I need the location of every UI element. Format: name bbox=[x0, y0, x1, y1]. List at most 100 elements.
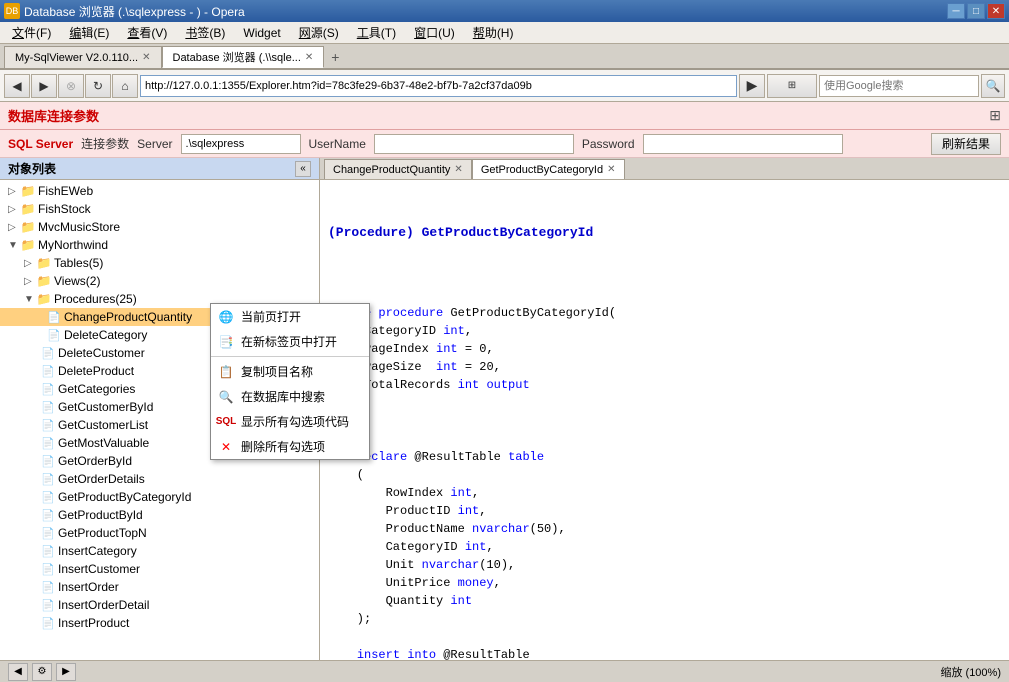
tree-item-insertcategory[interactable]: 📄 InsertCategory bbox=[0, 542, 319, 560]
browser-tab-dbexplorer-close[interactable]: ✕ bbox=[305, 52, 313, 63]
tree-item-views[interactable]: ▷ 📁 Views(2) bbox=[0, 272, 319, 290]
tree-item-mynorthwind[interactable]: ▼ 📁 MyNorthwind bbox=[0, 236, 319, 254]
folder-icon-mynorthwind: 📁 bbox=[20, 238, 36, 252]
context-menu-search-db-label: 在数据库中搜索 bbox=[241, 388, 325, 405]
search-input[interactable] bbox=[819, 75, 979, 97]
menu-edit[interactable]: 编辑(E) bbox=[61, 22, 117, 43]
menu-bar: 文件(F) 编辑(E) 查看(V) 书签(B) Widget 网源(S) 工具(… bbox=[0, 22, 1009, 44]
copy-icon: 📋 bbox=[217, 364, 235, 380]
zoom-button[interactable]: ⊞ bbox=[767, 74, 817, 98]
folder-icon-views: 📁 bbox=[36, 274, 52, 288]
maximize-button[interactable]: □ bbox=[967, 3, 985, 19]
tree-toggle-fisheweb[interactable]: ▷ bbox=[8, 186, 20, 197]
tree-toggle-views[interactable]: ▷ bbox=[24, 276, 36, 287]
tree-label-mvcmusicstore: MvcMusicStore bbox=[38, 220, 120, 234]
editor-tab-changeproductquantity[interactable]: ChangeProductQuantity ✕ bbox=[324, 159, 472, 179]
go-button[interactable]: ▶ bbox=[739, 74, 765, 98]
title-bar: DB Database 浏览器 (.\sqlexpress - ) - Oper… bbox=[0, 0, 1009, 22]
tree-item-insertcustomer[interactable]: 📄 InsertCustomer bbox=[0, 560, 319, 578]
menu-bookmarks[interactable]: 书签(B) bbox=[177, 22, 233, 43]
code-title: (Procedure) GetProductByCategoryId bbox=[328, 224, 1001, 242]
server-input[interactable] bbox=[181, 134, 301, 154]
right-panel: ChangeProductQuantity ✕ GetProductByCate… bbox=[320, 158, 1009, 660]
password-label: Password bbox=[582, 137, 635, 151]
editor-tab-getproductbycategoryid[interactable]: GetProductByCategoryId ✕ bbox=[472, 159, 625, 179]
tree-toggle-tables[interactable]: ▷ bbox=[24, 258, 36, 269]
tree-item-getorderdetails[interactable]: 📄 GetOrderDetails bbox=[0, 470, 319, 488]
address-input[interactable] bbox=[140, 75, 737, 97]
tree-label-getcategories: GetCategories bbox=[58, 382, 135, 396]
menu-widget[interactable]: Widget bbox=[235, 24, 288, 42]
tree-item-getproductbyid[interactable]: 📄 GetProductById bbox=[0, 506, 319, 524]
code-area[interactable]: (Procedure) GetProductByCategoryId creat… bbox=[320, 180, 1009, 660]
browser-tab-mysqlviewer[interactable]: My-SqlViewer V2.0.110... ✕ bbox=[4, 46, 162, 68]
forward-button[interactable]: ▶ bbox=[31, 74, 57, 98]
tree-item-tables[interactable]: ▷ 📁 Tables(5) bbox=[0, 254, 319, 272]
refresh-button[interactable]: 刷新结果 bbox=[931, 133, 1001, 155]
context-menu-delete-checked[interactable]: ✕ 删除所有勾选项 bbox=[211, 434, 369, 459]
browser-tab-dbexplorer-label: Database 浏览器 (.\\sqle... bbox=[173, 49, 301, 65]
tree-item-mvcmusicstore[interactable]: ▷ 📁 MvcMusicStore bbox=[0, 218, 319, 236]
home-button[interactable]: ⌂ bbox=[112, 74, 138, 98]
tree-item-getproductbycategoryid[interactable]: 📄 GetProductByCategoryId bbox=[0, 488, 319, 506]
stop-button[interactable]: ⊗ bbox=[58, 74, 84, 98]
context-menu-divider-1 bbox=[211, 356, 369, 357]
status-settings[interactable]: ⚙ bbox=[32, 663, 52, 681]
tree-label-mynorthwind: MyNorthwind bbox=[38, 238, 108, 252]
context-menu-open-current[interactable]: 🌐 当前页打开 bbox=[211, 304, 369, 329]
tree-item-fisheweb[interactable]: ▷ 📁 FishEWeb bbox=[0, 182, 319, 200]
menu-help[interactable]: 帮助(H) bbox=[465, 22, 522, 43]
menu-tools[interactable]: 工具(T) bbox=[349, 22, 404, 43]
context-menu-show-checked-code[interactable]: SQL 显示所有勾选项代码 bbox=[211, 409, 369, 434]
menu-file[interactable]: 文件(F) bbox=[4, 22, 59, 43]
new-tab-button[interactable]: + bbox=[324, 46, 346, 68]
app-icon: DB bbox=[4, 3, 20, 19]
editor-tab-changeproductquantity-label: ChangeProductQuantity bbox=[333, 164, 450, 176]
tree-label-insertorder: InsertOrder bbox=[58, 580, 119, 594]
tree-item-getproducttopn[interactable]: 📄 GetProductTopN bbox=[0, 524, 319, 542]
close-button[interactable]: ✕ bbox=[987, 3, 1005, 19]
tree-item-fishstock[interactable]: ▷ 📁 FishStock bbox=[0, 200, 319, 218]
browser-tabs: My-SqlViewer V2.0.110... ✕ Database 浏览器 … bbox=[0, 44, 1009, 70]
tree-label-insertcategory: InsertCategory bbox=[58, 544, 137, 558]
tree-item-insertproduct[interactable]: 📄 InsertProduct bbox=[0, 614, 319, 632]
menu-feed[interactable]: 网源(S) bbox=[291, 22, 347, 43]
tree-toggle-procedures[interactable]: ▼ bbox=[24, 294, 36, 305]
tree-toggle-fishstock[interactable]: ▷ bbox=[8, 204, 20, 215]
editor-tab-getproductbycategoryid-label: GetProductByCategoryId bbox=[481, 164, 603, 176]
menu-view[interactable]: 查看(V) bbox=[119, 22, 175, 43]
doc-icon-getcategories: 📄 bbox=[40, 382, 56, 396]
reload-button[interactable]: ↻ bbox=[85, 74, 111, 98]
minimize-button[interactable]: ─ bbox=[947, 3, 965, 19]
panel-collapse-button[interactable]: « bbox=[295, 161, 311, 177]
left-panel-controls: « bbox=[295, 161, 311, 177]
status-nav-right[interactable]: ▶ bbox=[56, 663, 76, 681]
browser-tab-dbexplorer[interactable]: Database 浏览器 (.\\sqle... ✕ bbox=[162, 46, 325, 68]
context-menu-copy-name[interactable]: 📋 复制项目名称 bbox=[211, 359, 369, 384]
context-menu-search-db[interactable]: 🔍 在数据库中搜索 bbox=[211, 384, 369, 409]
doc-icon-getproducttopn: 📄 bbox=[40, 526, 56, 540]
status-left: ◀ ⚙ ▶ bbox=[8, 663, 76, 681]
tree-item-insertorder[interactable]: 📄 InsertOrder bbox=[0, 578, 319, 596]
tree-toggle-mynorthwind[interactable]: ▼ bbox=[8, 240, 20, 251]
tree-label-fishstock: FishStock bbox=[38, 202, 91, 216]
doc-icon-insertcustomer: 📄 bbox=[40, 562, 56, 576]
tree-toggle-mvcmusicstore[interactable]: ▷ bbox=[8, 222, 20, 233]
status-nav-left[interactable]: ◀ bbox=[8, 663, 28, 681]
username-input[interactable] bbox=[374, 134, 574, 154]
context-menu-open-newtab[interactable]: 📑 在新标签页中打开 bbox=[211, 329, 369, 354]
menu-window[interactable]: 窗口(U) bbox=[406, 22, 463, 43]
tree-label-changeproductquantity: ChangeProductQuantity bbox=[64, 310, 192, 324]
editor-tab-changeproductquantity-close[interactable]: ✕ bbox=[454, 164, 462, 175]
back-button[interactable]: ◀ bbox=[4, 74, 30, 98]
tree-label-procedures: Procedures(25) bbox=[54, 292, 137, 306]
doc-icon-changeproductquantity: 📄 bbox=[46, 310, 62, 324]
editor-tab-getproductbycategoryid-close[interactable]: ✕ bbox=[607, 164, 615, 175]
tree-label-fisheweb: FishEWeb bbox=[38, 184, 93, 198]
main-area: 对象列表 « ▷ 📁 FishEWeb ▷ 📁 FishStock bbox=[0, 158, 1009, 660]
db-params-collapse-icon[interactable]: ⊞ bbox=[989, 107, 1001, 124]
browser-tab-mysqlviewer-close[interactable]: ✕ bbox=[142, 52, 150, 63]
search-button[interactable]: 🔍 bbox=[981, 74, 1005, 98]
tree-item-insertorderdetail[interactable]: 📄 InsertOrderDetail bbox=[0, 596, 319, 614]
password-input[interactable] bbox=[643, 134, 843, 154]
